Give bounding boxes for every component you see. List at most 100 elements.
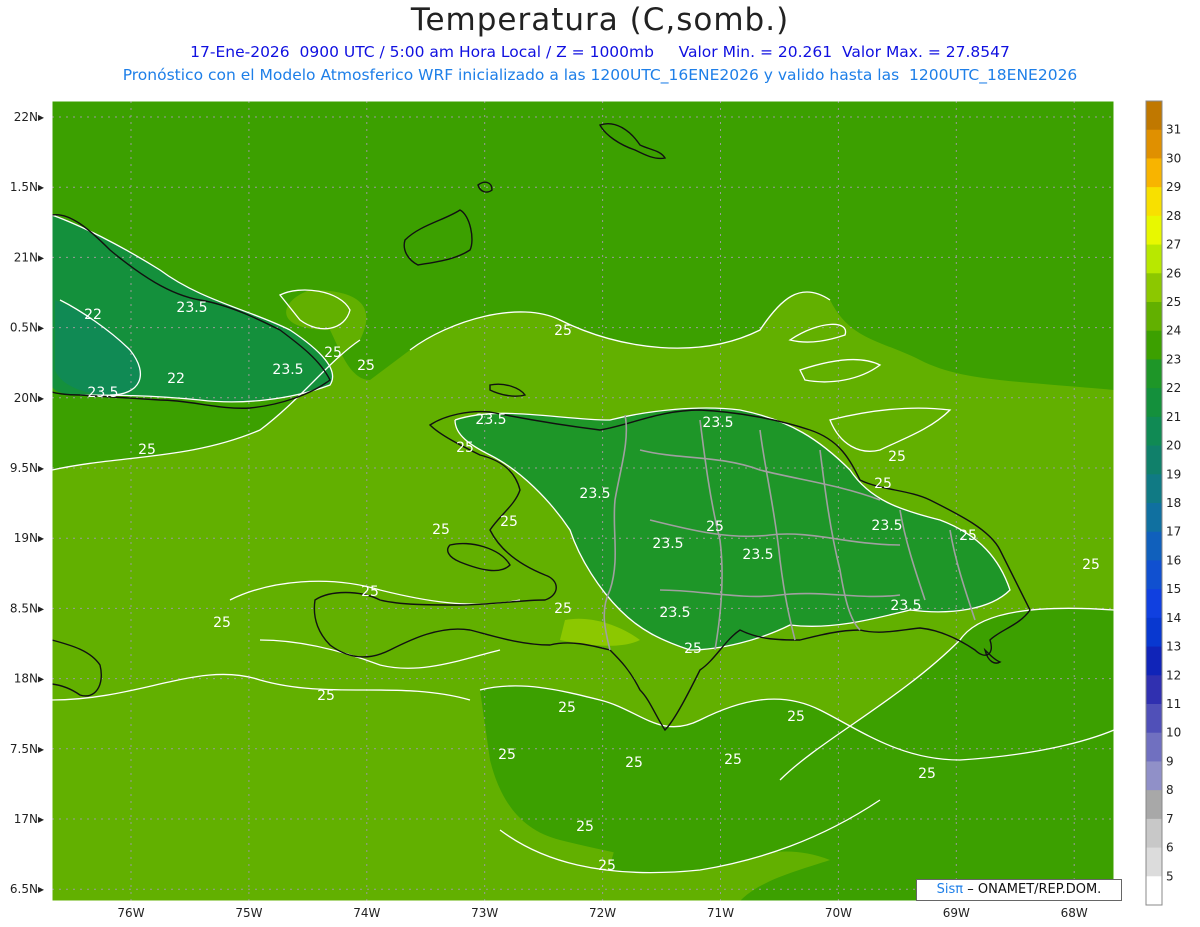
colorbar-swatch [1146, 761, 1162, 791]
contour-label: 23.5 [272, 362, 303, 378]
contour-label: 22 [167, 371, 185, 387]
colorbar-swatch [1146, 330, 1162, 360]
sispi-logo: Sisπ [936, 882, 964, 897]
colorbar-swatch [1146, 704, 1162, 734]
latitude-axis: 22N▸ 1.5N▸ 21N▸ 0.5N▸ 20N▸ 9.5N▸ 19N▸ 8.5N▸ 18N▸… [10, 110, 44, 896]
contour-label: 25 [918, 766, 936, 782]
contour-label: 25 [959, 528, 977, 544]
colorbar-swatch [1146, 244, 1162, 274]
contour-label: 25 [576, 819, 594, 835]
lon-tick-label: 73W [471, 906, 498, 920]
lat-tick-label: 7.5N▸ [10, 742, 44, 756]
colorbar-label: 22 [1166, 381, 1181, 395]
longitude-axis: 76W 75W 74W 73W 72W 71W 70W 69W 68W [117, 906, 1087, 920]
lon-tick-label: 70W [825, 906, 852, 920]
contour-label: 25 [456, 440, 474, 456]
temperature-map: 22 23.5252223.523.525252523.5 23.525252525… [10, 100, 1181, 920]
colorbar-swatch [1146, 847, 1162, 877]
lat-tick-label: 9.5N▸ [10, 461, 44, 475]
colorbar-label: 25 [1166, 295, 1181, 309]
lat-tick-label: 1.5N▸ [10, 180, 44, 194]
colorbar-swatch [1146, 646, 1162, 676]
contour-label: 25 [724, 752, 742, 768]
contour-label: 23.5 [871, 518, 902, 534]
colorbar-label: 14 [1166, 611, 1181, 625]
colorbar-label: 18 [1166, 496, 1181, 510]
contour-label: 23.5 [87, 385, 118, 401]
colorbar-label: 30 [1166, 151, 1181, 165]
colorbar-label: 5 [1166, 869, 1174, 883]
contour-label: 25 [598, 858, 616, 874]
colorbar-swatch [1146, 531, 1162, 561]
colorbar-swatch [1146, 388, 1162, 418]
credit-text: – ONAMET/REP.DOM. [967, 882, 1102, 897]
colorbar-swatch [1146, 617, 1162, 648]
contour-label: 25 [361, 584, 379, 600]
colorbar-swatch [1146, 503, 1162, 533]
lon-tick-label: 69W [943, 906, 970, 920]
colorbar-swatch [1146, 302, 1162, 332]
colorbar-label: 31 [1166, 123, 1181, 137]
colorbar-label: 26 [1166, 266, 1181, 280]
lat-tick-label: 20N▸ [14, 391, 44, 405]
contour-label: 25 [787, 709, 805, 725]
contour-label: 25 [432, 522, 450, 538]
colorbar-swatch [1146, 215, 1162, 246]
contour-label: 25 [625, 755, 643, 771]
colorbar: 31 30 29 28 27 26 25 24 23 22 21 20 19 18 17 16 15 14 13 12… [1145, 100, 1181, 906]
contour-label: 25 [498, 747, 516, 763]
colorbar-label: 23 [1166, 352, 1181, 366]
contour-label: 25 [324, 345, 342, 361]
colorbar-swatch [1146, 876, 1162, 906]
contour-label: 23.5 [475, 412, 506, 428]
colorbar-swatch [1146, 675, 1162, 705]
contour-label: 23.5 [659, 605, 690, 621]
lat-tick-label: 22N▸ [14, 110, 44, 124]
lat-tick-label: 0.5N▸ [10, 321, 44, 335]
colorbar-label: 20 [1166, 439, 1181, 453]
colorbar-label: 11 [1166, 697, 1181, 711]
lat-tick-label: 21N▸ [14, 250, 44, 264]
contour-label: 25 [554, 323, 572, 339]
contour-label: 25 [213, 615, 231, 631]
colorbar-swatch [1146, 818, 1162, 849]
contour-label: 25 [554, 601, 572, 617]
colorbar-label: 17 [1166, 525, 1181, 539]
contour-label: 23.5 [652, 536, 683, 552]
contour-label: 25 [500, 514, 518, 530]
colorbar-swatch [1146, 187, 1162, 217]
colorbar-label: 7 [1166, 812, 1174, 826]
colorbar-swatch [1146, 589, 1162, 619]
contour-label: 25 [1082, 557, 1100, 573]
lon-tick-label: 76W [117, 906, 144, 920]
lat-tick-label: 17N▸ [14, 812, 44, 826]
contour-label: 25 [558, 700, 576, 716]
colorbar-swatch [1146, 445, 1162, 475]
colorbar-swatch [1146, 474, 1162, 504]
colorbar-swatch [1146, 129, 1162, 159]
colorbar-swatch [1146, 158, 1162, 188]
contour-label: 23.5 [742, 547, 773, 563]
contour-label: 23.5 [702, 415, 733, 431]
lat-tick-label: 19N▸ [14, 531, 44, 545]
lon-tick-label: 72W [589, 906, 616, 920]
colorbar-label: 28 [1166, 209, 1181, 223]
colorbar-swatch [1146, 359, 1162, 389]
contour-label: 23.5 [176, 300, 207, 316]
contour-label: 25 [874, 476, 892, 492]
colorbar-label: 6 [1166, 841, 1174, 855]
colorbar-swatch [1146, 416, 1162, 447]
contour-label: 25 [706, 519, 724, 535]
colorbar-swatch [1146, 790, 1162, 820]
contour-label: 25 [317, 688, 335, 704]
credit-box: Sisπ – ONAMET/REP.DOM. [916, 879, 1122, 901]
colorbar-label: 19 [1166, 467, 1181, 481]
colorbar-label: 12 [1166, 668, 1181, 682]
lon-tick-label: 74W [353, 906, 380, 920]
contour-label: 23.5 [890, 598, 921, 614]
colorbar-swatch [1146, 101, 1162, 131]
colorbar-label: 15 [1166, 582, 1181, 596]
contour-label: 25 [684, 641, 702, 657]
contour-label: 22 [84, 307, 102, 323]
lat-tick-label: 6.5N▸ [10, 882, 44, 896]
